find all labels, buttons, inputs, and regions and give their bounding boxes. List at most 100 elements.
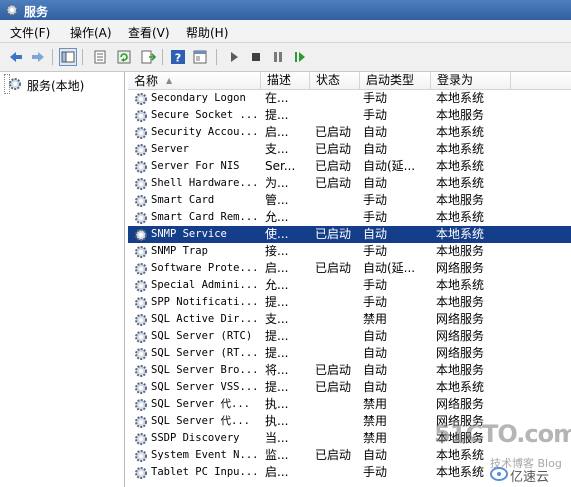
restart-service-icon[interactable] [292,49,308,65]
service-description: Ser... [265,159,296,173]
service-status: 已启动 [315,448,352,462]
service-gear-icon [135,467,147,479]
service-status: 已启动 [315,176,352,190]
service-description: 执... [265,414,289,428]
service-row[interactable]: SQL Server VSS... 提... 已启动 自动 本地系统 [128,379,571,396]
service-icon-cell [133,192,149,209]
service-gear-icon [135,212,147,224]
menu-view[interactable]: 查看(V) [128,24,170,41]
service-gear-icon [135,433,147,445]
service-startup-type: 自动 [363,363,388,377]
service-startup-type: 自动 [363,176,388,190]
service-icon-cell [133,107,149,124]
service-icon-cell [133,311,149,328]
service-gear-icon [135,399,147,411]
service-row[interactable]: SQL Server (RTC) 提... 自动 网络服务 [128,328,571,345]
back-arrow-icon[interactable] [8,49,24,65]
service-row[interactable]: Security Accou... 启... 已启动 自动 本地系统 [128,124,571,141]
service-description: 提... [265,329,289,343]
service-icon-cell [133,345,149,362]
properties-icon[interactable] [92,49,108,65]
service-name: SNMP Trap [151,245,208,257]
column-header-logon[interactable]: 登录为 [431,72,511,89]
service-name: Server For NIS [151,160,240,172]
export-list-icon[interactable] [140,49,156,65]
console-icon[interactable] [192,49,208,65]
service-gear-icon [135,93,147,105]
show-tree-icon[interactable] [59,48,77,66]
menu-action[interactable]: 操作(A) [70,24,112,41]
service-description: 管... [265,193,289,207]
service-row[interactable]: SQL Server (RT... 提... 自动 网络服务 [128,345,571,362]
service-logon-as: 网络服务 [436,329,485,343]
toolbar-separator [216,49,217,65]
service-status [315,294,361,311]
service-gear-icon [135,416,147,428]
service-description: 接... [265,244,289,258]
column-header-status[interactable]: 状态 [310,72,360,89]
start-service-icon[interactable] [226,49,242,65]
stop-service-icon[interactable] [248,49,264,65]
column-header-startup[interactable]: 启动类型 [360,72,431,89]
service-gear-icon [135,382,147,394]
service-row[interactable]: Smart Card 管... 手动 本地服务 [128,192,571,209]
service-status [315,209,361,226]
title-bar: 服务 [0,0,571,20]
service-name: Tablet PC Inpu... [151,466,259,478]
pause-service-icon[interactable] [270,49,286,65]
forward-arrow-icon[interactable] [30,49,46,65]
service-row[interactable]: Server For NIS Ser... 已启动 自动(延... 本地系统 [128,158,571,175]
service-name: Security Accou... [151,126,259,138]
service-logon-as: 网络服务 [436,312,485,326]
column-header-desc-label: 描述 [267,73,292,87]
service-name: Shell Hardware... [151,177,259,189]
toolbar-separator [52,49,53,65]
service-row[interactable]: SQL Server Bro... 将... 已启动 自动 本地服务 [128,362,571,379]
service-logon-as: 本地系统 [436,227,485,241]
service-icon-cell [133,413,149,430]
service-row[interactable]: Smart Card Rem... 允... 手动 本地系统 [128,209,571,226]
service-gear-icon [135,450,147,462]
toolbar-separator [82,49,83,65]
service-icon-cell [133,209,149,226]
service-gear-icon [135,365,147,377]
service-description: 当... [265,431,289,445]
tree-node-label: 服务(本地) [27,79,85,93]
brand-logo-icon [490,467,508,481]
services-gear-icon [9,78,21,90]
service-status [315,107,361,124]
service-gear-icon [135,195,147,207]
menu-file[interactable]: 文件(F) [10,24,50,41]
help-icon[interactable]: ? [170,49,186,65]
column-header-startup-label: 启动类型 [366,73,415,87]
service-row[interactable]: Secure Socket ... 提... 手动 本地服务 [128,107,571,124]
menu-help[interactable]: 帮助(H) [186,24,228,41]
column-header-name[interactable]: 名称 ▲ [128,72,261,89]
service-row[interactable]: Secondary Logon 在... 手动 本地系统 [128,90,571,107]
service-row[interactable]: Special Admini... 允... 手动 本地系统 [128,277,571,294]
service-row[interactable]: SNMP Trap 接... 手动 本地服务 [128,243,571,260]
service-row[interactable]: SNMP Service 使... 已启动 自动 本地系统 [128,226,571,243]
tree-node-services-local[interactable]: 服务(本地) [4,74,84,94]
service-description: 启... [265,125,289,139]
service-icon-cell [133,328,149,345]
menu-bar: 文件(F) 操作(A) 查看(V) 帮助(H) [0,20,571,43]
service-row[interactable]: SQL Server 代... 执... 禁用 网络服务 [128,396,571,413]
service-row[interactable]: Software Prote... 启... 已启动 自动(延... 网络服务 [128,260,571,277]
watermark-brand: 亿速云 [510,470,550,485]
list-header: 名称 ▲ 描述 状态 启动类型 登录为 [128,72,571,90]
service-startup-type: 自动 [363,142,388,156]
service-row[interactable]: SQL Active Dir... 支... 禁用 网络服务 [128,311,571,328]
service-icon-cell [133,464,149,481]
refresh-icon[interactable] [116,49,132,65]
service-startup-type: 自动 [363,125,388,139]
service-logon-as: 本地系统 [436,380,485,394]
service-gear-icon [135,161,147,173]
service-row[interactable]: Shell Hardware... 为... 已启动 自动 本地系统 [128,175,571,192]
service-logon-as: 网络服务 [436,261,485,275]
service-logon-as: 本地系统 [436,278,485,292]
column-header-desc[interactable]: 描述 [261,72,310,89]
service-row[interactable]: Server 支... 已启动 自动 本地系统 [128,141,571,158]
service-icon-cell [133,90,149,107]
service-row[interactable]: SPP Notificati... 提... 手动 本地服务 [128,294,571,311]
